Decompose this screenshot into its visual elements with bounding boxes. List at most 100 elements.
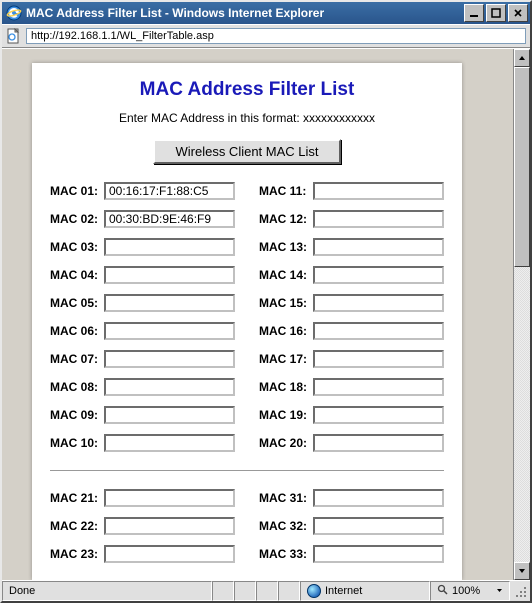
mac-input[interactable] <box>313 434 444 452</box>
mac-input[interactable] <box>104 489 235 507</box>
separator <box>50 470 444 471</box>
mac-label: MAC 19: <box>259 408 313 422</box>
mac-label: MAC 10: <box>50 436 104 450</box>
mac-row: MAC 07: <box>50 350 235 368</box>
mac-input[interactable] <box>104 378 235 396</box>
page-icon <box>6 28 22 44</box>
mac-row: MAC 22: <box>50 517 235 535</box>
mac-input[interactable] <box>313 489 444 507</box>
security-zone-pane: Internet <box>300 581 430 601</box>
scrollbar-thumb[interactable] <box>514 67 530 267</box>
url-input[interactable] <box>26 28 526 44</box>
mac-input[interactable] <box>104 182 235 200</box>
mac-block-b: MAC 21:MAC 22:MAC 23: MAC 31:MAC 32:MAC … <box>50 489 444 573</box>
mac-input[interactable] <box>313 406 444 424</box>
close-button[interactable] <box>508 4 528 22</box>
mac-col-21-30: MAC 21: MAC 22: MAC 23: <box>50 489 235 573</box>
mac-label: MAC 09: <box>50 408 104 422</box>
mac-col-1-10: MAC 01: MAC 02: MAC 03: MAC 04: MAC 05: MAC 0… <box>50 182 235 462</box>
mac-input[interactable] <box>313 238 444 256</box>
scroll-down-button[interactable] <box>514 562 530 580</box>
maximize-button[interactable] <box>486 4 506 22</box>
mac-label: MAC 16: <box>259 324 313 338</box>
mac-input[interactable] <box>313 294 444 312</box>
button-row: Wireless Client MAC List <box>50 139 444 164</box>
mac-row: MAC 12: <box>259 210 444 228</box>
mac-row: MAC 05: <box>50 294 235 312</box>
status-pane-a <box>212 581 234 601</box>
window-buttons <box>464 4 528 22</box>
mac-row: MAC 03: <box>50 238 235 256</box>
mac-row: MAC 06: <box>50 322 235 340</box>
wireless-client-list-button[interactable]: Wireless Client MAC List <box>153 139 340 164</box>
mac-label: MAC 31: <box>259 491 313 505</box>
zoom-text: 100% <box>452 585 480 597</box>
zone-text: Internet <box>325 585 362 597</box>
magnifier-icon <box>437 584 448 598</box>
internet-zone-icon <box>307 584 321 598</box>
mac-input[interactable] <box>104 434 235 452</box>
mac-label: MAC 03: <box>50 240 104 254</box>
status-text-pane: Done <box>2 581 212 601</box>
mac-label: MAC 21: <box>50 491 104 505</box>
mac-row: MAC 31: <box>259 489 444 507</box>
mac-input[interactable] <box>313 545 444 563</box>
status-pane-d <box>278 581 300 601</box>
mac-label: MAC 02: <box>50 212 104 226</box>
mac-input[interactable] <box>104 210 235 228</box>
mac-input[interactable] <box>104 545 235 563</box>
mac-label: MAC 33: <box>259 547 313 561</box>
mac-input[interactable] <box>313 378 444 396</box>
mac-col-31-40: MAC 31: MAC 32: MAC 33: <box>259 489 444 573</box>
mac-input[interactable] <box>313 517 444 535</box>
scroll-up-button[interactable] <box>514 49 530 67</box>
page-subtitle: Enter MAC Address in this format: xxxxxx… <box>50 111 444 125</box>
zoom-pane[interactable]: 100% <box>430 581 510 601</box>
scrollbar-track[interactable] <box>514 67 530 562</box>
browser-window: MAC Address Filter List - Windows Intern… <box>0 0 532 603</box>
mac-row: MAC 17: <box>259 350 444 368</box>
mac-input[interactable] <box>104 517 235 535</box>
mac-input[interactable] <box>313 322 444 340</box>
address-bar <box>2 24 530 48</box>
minimize-button[interactable] <box>464 4 484 22</box>
page-scroll: MAC Address Filter List Enter MAC Addres… <box>2 49 513 580</box>
mac-row: MAC 33: <box>259 545 444 563</box>
mac-row: MAC 15: <box>259 294 444 312</box>
mac-label: MAC 15: <box>259 296 313 310</box>
mac-input[interactable] <box>104 294 235 312</box>
mac-input[interactable] <box>104 266 235 284</box>
mac-row: MAC 13: <box>259 238 444 256</box>
mac-row: MAC 10: <box>50 434 235 452</box>
statusbar: Done Internet 100% <box>2 580 530 601</box>
mac-input[interactable] <box>104 406 235 424</box>
status-text: Done <box>9 585 35 597</box>
vertical-scrollbar[interactable] <box>513 49 530 580</box>
mac-label: MAC 13: <box>259 240 313 254</box>
titlebar: MAC Address Filter List - Windows Intern… <box>2 2 530 24</box>
mac-row: MAC 23: <box>50 545 235 563</box>
mac-input[interactable] <box>313 182 444 200</box>
mac-input[interactable] <box>104 238 235 256</box>
mac-row: MAC 02: <box>50 210 235 228</box>
mac-row: MAC 09: <box>50 406 235 424</box>
mac-block-a: MAC 01: MAC 02: MAC 03: MAC 04: MAC 05: MAC 0… <box>50 182 444 462</box>
status-pane-c <box>256 581 278 601</box>
mac-col-11-20: MAC 11: MAC 12: MAC 13: MAC 14: MAC 15: MAC 1… <box>259 182 444 462</box>
mac-input[interactable] <box>313 350 444 368</box>
mac-row: MAC 11: <box>259 182 444 200</box>
status-pane-b <box>234 581 256 601</box>
mac-input[interactable] <box>104 350 235 368</box>
mac-input[interactable] <box>104 322 235 340</box>
resize-grip[interactable] <box>510 581 530 601</box>
mac-label: MAC 32: <box>259 519 313 533</box>
zoom-dropdown-icon[interactable] <box>496 585 503 597</box>
mac-row: MAC 01: <box>50 182 235 200</box>
mac-label: MAC 14: <box>259 268 313 282</box>
viewport: MAC Address Filter List Enter MAC Addres… <box>2 48 530 580</box>
mac-row: MAC 14: <box>259 266 444 284</box>
mac-row: MAC 21: <box>50 489 235 507</box>
mac-input[interactable] <box>313 266 444 284</box>
mac-input[interactable] <box>313 210 444 228</box>
mac-label: MAC 04: <box>50 268 104 282</box>
